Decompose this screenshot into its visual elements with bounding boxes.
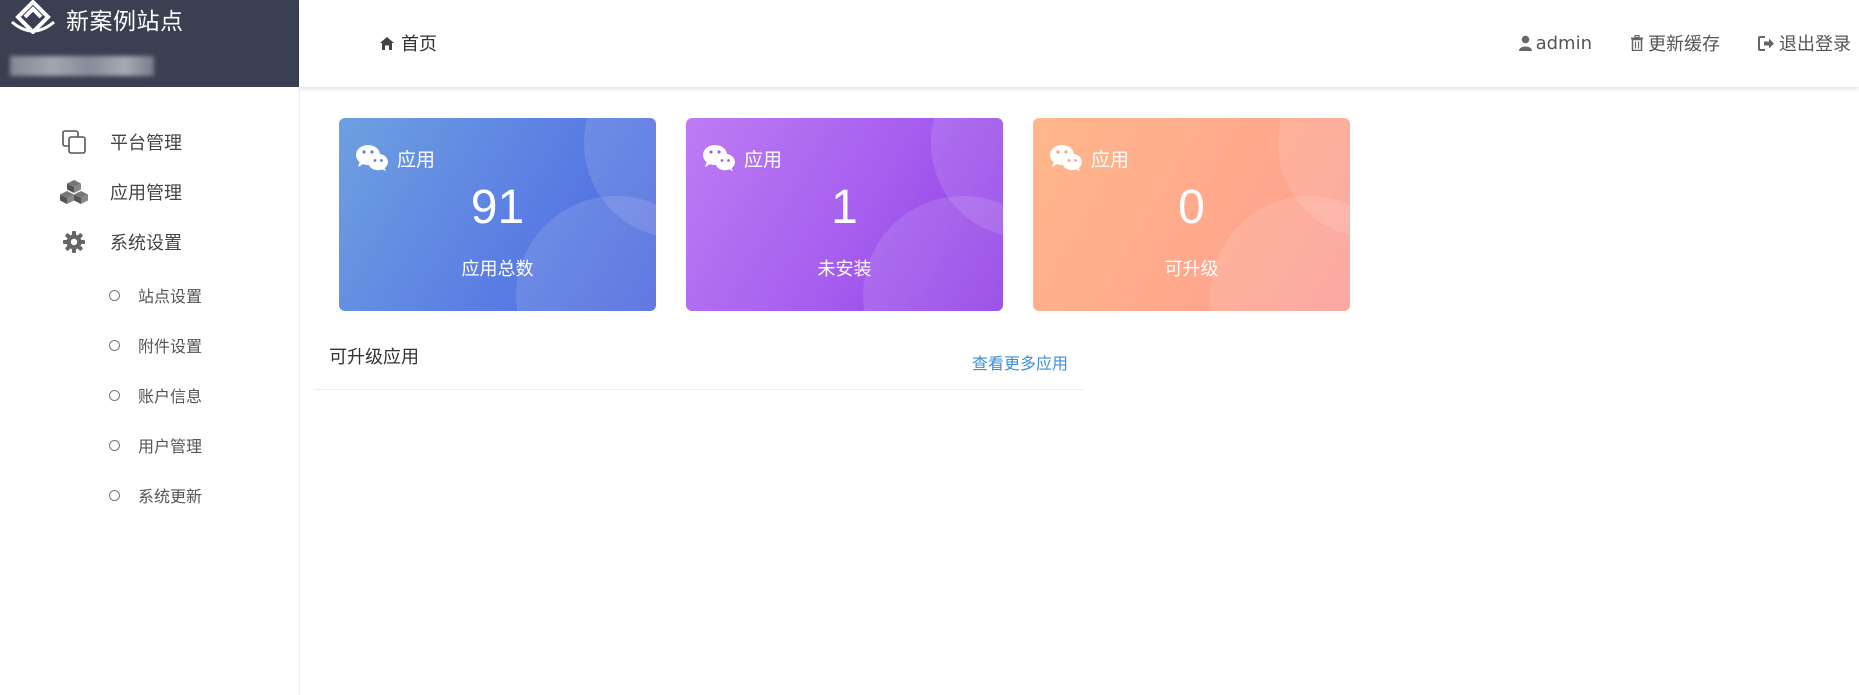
card-title: 应用 <box>744 148 783 171</box>
top-header: 首页 admin 更新缓存 退出登录 <box>299 0 1859 87</box>
sidebar-item-settings[interactable]: 系统设置 <box>58 228 182 256</box>
site-logo <box>11 0 55 34</box>
sidebar-item-apps[interactable]: 应用管理 <box>58 178 182 206</box>
clear-cache-label: 更新缓存 <box>1648 34 1720 55</box>
card-subtitle: 可升级 <box>1164 259 1219 280</box>
blurred-site-url <box>10 56 154 76</box>
sidebar-subitem-attachment-settings[interactable]: 附件设置 <box>109 333 202 357</box>
site-name: 新案例站点 <box>66 9 184 35</box>
circle-icon <box>109 489 120 501</box>
sidebar-subitem-site-settings[interactable]: 站点设置 <box>109 283 202 307</box>
sidebar-item-label: 平台管理 <box>110 133 182 154</box>
copy-icon <box>58 128 90 156</box>
sidebar-subitem-label: 系统更新 <box>138 487 203 506</box>
stat-card-upgradable[interactable]: 应用 0 可升级 <box>1033 118 1350 311</box>
card-value: 0 <box>1178 181 1205 234</box>
home-nav-link[interactable]: 首页 <box>379 30 437 56</box>
sign-out-icon <box>1758 35 1774 51</box>
user-menu[interactable]: admin <box>1518 30 1592 56</box>
circle-icon <box>109 389 120 401</box>
sidebar-subitem-label: 站点设置 <box>138 287 203 306</box>
card-subtitle: 应用总数 <box>461 259 534 280</box>
sidebar-item-platform[interactable]: 平台管理 <box>58 128 182 156</box>
circle-icon <box>109 439 120 451</box>
sidebar-subitem-system-update[interactable]: 系统更新 <box>109 483 202 507</box>
sidebar-subitem-label: 附件设置 <box>138 337 203 356</box>
card-header: 应用 <box>702 144 782 172</box>
home-label: 首页 <box>401 34 437 55</box>
sidebar-subitem-label: 账户信息 <box>138 387 203 406</box>
trash-icon <box>1631 35 1643 51</box>
logout-label: 退出登录 <box>1779 34 1851 55</box>
wechat-icon <box>703 145 736 171</box>
sidebar: 平台管理 应用管理 系统设置 站点设置 附件设置 账户信息 用户管理 系统更新 <box>0 87 300 695</box>
brand-block: 新案例站点 <box>0 0 299 87</box>
user-label: admin <box>1535 32 1592 54</box>
card-value: 1 <box>831 181 858 234</box>
logout-button[interactable]: 退出登录 <box>1758 30 1851 56</box>
gear-icon <box>58 228 90 256</box>
section-title: 可升级应用 <box>329 347 419 368</box>
card-header: 应用 <box>355 144 435 172</box>
card-title: 应用 <box>1091 148 1130 171</box>
card-header: 应用 <box>1049 144 1129 172</box>
sidebar-item-label: 应用管理 <box>110 183 182 204</box>
clear-cache-button[interactable]: 更新缓存 <box>1630 30 1720 56</box>
stat-card-total-apps[interactable]: 应用 91 应用总数 <box>339 118 656 311</box>
card-value: 91 <box>470 181 525 234</box>
circle-icon <box>109 289 120 301</box>
cubes-icon <box>58 178 90 206</box>
user-icon <box>1518 35 1532 51</box>
card-title: 应用 <box>397 148 436 171</box>
sidebar-item-label: 系统设置 <box>110 233 182 254</box>
wechat-icon <box>1050 145 1083 171</box>
section-divider <box>314 389 1084 390</box>
circle-icon <box>109 339 120 351</box>
home-icon <box>380 36 394 50</box>
card-subtitle: 未安装 <box>817 259 872 280</box>
stat-card-not-installed[interactable]: 应用 1 未安装 <box>686 118 1003 311</box>
sidebar-subitem-user-management[interactable]: 用户管理 <box>109 433 202 457</box>
sidebar-subitem-account-info[interactable]: 账户信息 <box>109 383 202 407</box>
view-more-apps-link[interactable]: 查看更多应用 <box>972 350 1068 374</box>
header-actions: admin 更新缓存 退出登录 <box>1518 30 1851 56</box>
wechat-icon <box>356 145 389 171</box>
sidebar-subitem-label: 用户管理 <box>138 437 203 456</box>
